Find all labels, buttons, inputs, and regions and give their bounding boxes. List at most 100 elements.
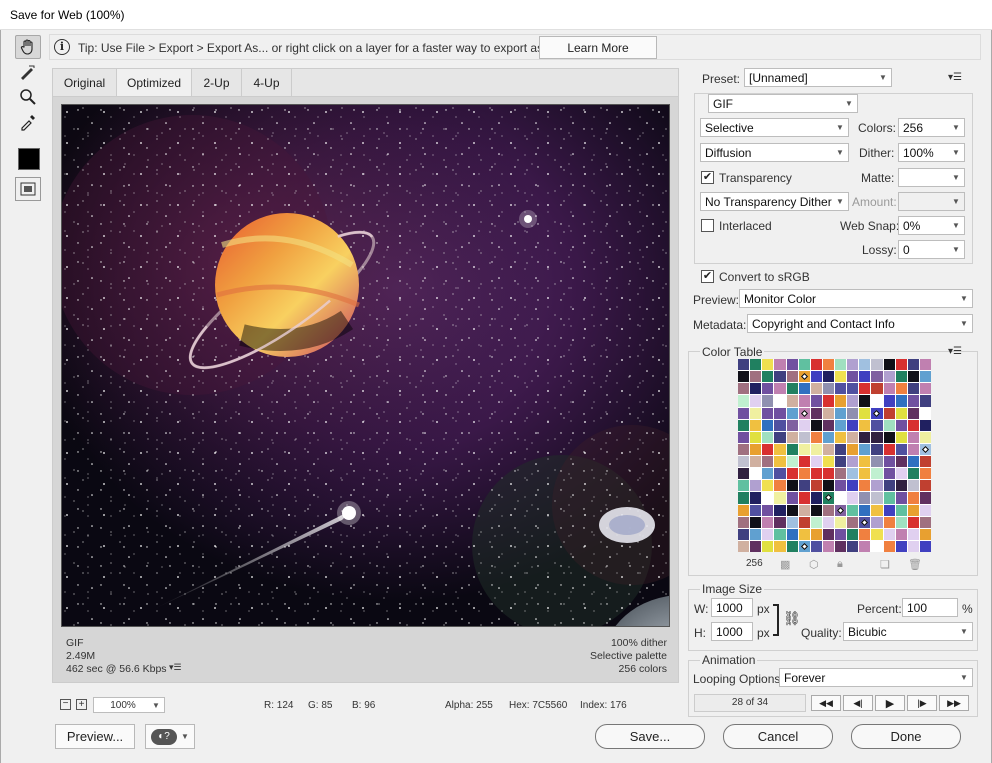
color-swatch[interactable] — [895, 431, 907, 443]
color-swatch[interactable] — [907, 419, 919, 431]
color-swatch[interactable] — [847, 443, 859, 455]
color-swatch[interactable] — [822, 468, 834, 480]
color-swatch[interactable] — [919, 516, 931, 528]
color-swatch[interactable] — [847, 468, 859, 480]
color-swatch[interactable] — [786, 359, 798, 371]
color-swatch[interactable] — [750, 456, 762, 468]
color-swatch[interactable] — [919, 395, 931, 407]
color-swatch[interactable] — [859, 504, 871, 516]
color-swatch[interactable] — [798, 383, 810, 395]
color-swatch[interactable] — [810, 480, 822, 492]
color-swatch[interactable] — [810, 443, 822, 455]
color-swatch[interactable] — [762, 468, 774, 480]
color-swatch[interactable] — [859, 443, 871, 455]
color-swatch[interactable] — [835, 492, 847, 504]
download-speed-menu-icon[interactable]: ▾☰ — [169, 662, 182, 673]
color-swatch[interactable] — [822, 371, 834, 383]
color-swatch[interactable] — [907, 480, 919, 492]
color-swatch[interactable] — [835, 419, 847, 431]
color-swatch[interactable] — [871, 443, 883, 455]
color-swatch[interactable] — [810, 395, 822, 407]
color-swatch[interactable] — [847, 456, 859, 468]
color-swatch[interactable] — [774, 395, 786, 407]
color-swatch[interactable] — [822, 443, 834, 455]
matte-select[interactable]: ▼ — [898, 168, 965, 187]
transparency-dither-select[interactable]: No Transparency Dither ▼ — [700, 192, 849, 211]
color-swatch[interactable] — [871, 456, 883, 468]
color-swatch[interactable] — [919, 371, 931, 383]
color-swatch[interactable] — [738, 456, 750, 468]
first-frame-button[interactable]: ◀◀ — [811, 695, 841, 711]
color-swatch[interactable] — [883, 480, 895, 492]
color-swatch[interactable] — [835, 540, 847, 552]
optimized-image-preview[interactable] — [61, 104, 670, 627]
color-swatch[interactable] — [774, 468, 786, 480]
color-swatch[interactable] — [919, 492, 931, 504]
play-button[interactable]: ▶ — [875, 695, 905, 711]
file-format-select[interactable]: GIF ▼ — [708, 94, 858, 113]
color-swatch[interactable] — [762, 528, 774, 540]
color-swatch[interactable] — [774, 431, 786, 443]
done-button[interactable]: Done — [851, 724, 961, 749]
color-swatch[interactable] — [883, 516, 895, 528]
color-swatch[interactable] — [738, 480, 750, 492]
color-swatch[interactable] — [871, 492, 883, 504]
color-swatch[interactable] — [798, 456, 810, 468]
eyedropper-color-swatch[interactable] — [18, 148, 40, 170]
color-swatch[interactable] — [871, 516, 883, 528]
color-swatch[interactable] — [883, 456, 895, 468]
color-swatch[interactable] — [895, 540, 907, 552]
color-swatch[interactable] — [883, 371, 895, 383]
color-swatch[interactable] — [919, 419, 931, 431]
zoom-out-button[interactable]: − — [60, 699, 71, 710]
color-swatch[interactable] — [883, 540, 895, 552]
color-swatch[interactable] — [895, 480, 907, 492]
color-swatch[interactable] — [798, 431, 810, 443]
color-swatch[interactable] — [847, 395, 859, 407]
color-swatch[interactable] — [859, 456, 871, 468]
eyedropper-tool[interactable] — [15, 110, 41, 134]
color-swatch[interactable] — [762, 431, 774, 443]
color-swatch[interactable] — [871, 395, 883, 407]
looping-options-select[interactable]: Forever ▼ — [779, 668, 973, 687]
color-swatch[interactable] — [786, 395, 798, 407]
color-swatch[interactable] — [907, 395, 919, 407]
color-swatch[interactable] — [847, 383, 859, 395]
color-swatch[interactable] — [738, 383, 750, 395]
color-swatch[interactable] — [919, 504, 931, 516]
learn-more-button[interactable]: Learn More — [539, 36, 657, 59]
color-swatch[interactable] — [738, 431, 750, 443]
color-swatch[interactable] — [738, 371, 750, 383]
color-swatch[interactable] — [883, 528, 895, 540]
color-swatch[interactable] — [738, 419, 750, 431]
color-swatch[interactable] — [750, 419, 762, 431]
dither-amount-input[interactable]: 100% ▼ — [898, 143, 965, 162]
color-swatch[interactable] — [750, 528, 762, 540]
color-swatch[interactable] — [895, 468, 907, 480]
color-swatch[interactable] — [810, 407, 822, 419]
color-swatch[interactable] — [907, 540, 919, 552]
color-swatch[interactable] — [774, 407, 786, 419]
color-swatch[interactable] — [810, 419, 822, 431]
color-swatch[interactable] — [762, 443, 774, 455]
color-swatch[interactable] — [762, 371, 774, 383]
preset-menu-icon[interactable]: ▾☰ — [948, 72, 962, 83]
color-swatch[interactable] — [738, 528, 750, 540]
color-swatch[interactable] — [907, 383, 919, 395]
color-swatch[interactable] — [895, 528, 907, 540]
color-swatch[interactable] — [907, 504, 919, 516]
color-swatch[interactable] — [895, 407, 907, 419]
color-swatch[interactable] — [907, 456, 919, 468]
color-swatch[interactable] — [750, 540, 762, 552]
color-swatch[interactable] — [847, 359, 859, 371]
color-swatch[interactable] — [762, 419, 774, 431]
color-swatch[interactable] — [762, 383, 774, 395]
dither-algorithm-select[interactable]: Diffusion ▼ — [700, 143, 849, 162]
color-swatch[interactable] — [810, 431, 822, 443]
color-swatch[interactable] — [786, 480, 798, 492]
color-swatch[interactable] — [871, 468, 883, 480]
color-swatch[interactable] — [835, 395, 847, 407]
color-swatch[interactable] — [859, 492, 871, 504]
color-swatch[interactable] — [835, 516, 847, 528]
color-swatch[interactable] — [798, 480, 810, 492]
